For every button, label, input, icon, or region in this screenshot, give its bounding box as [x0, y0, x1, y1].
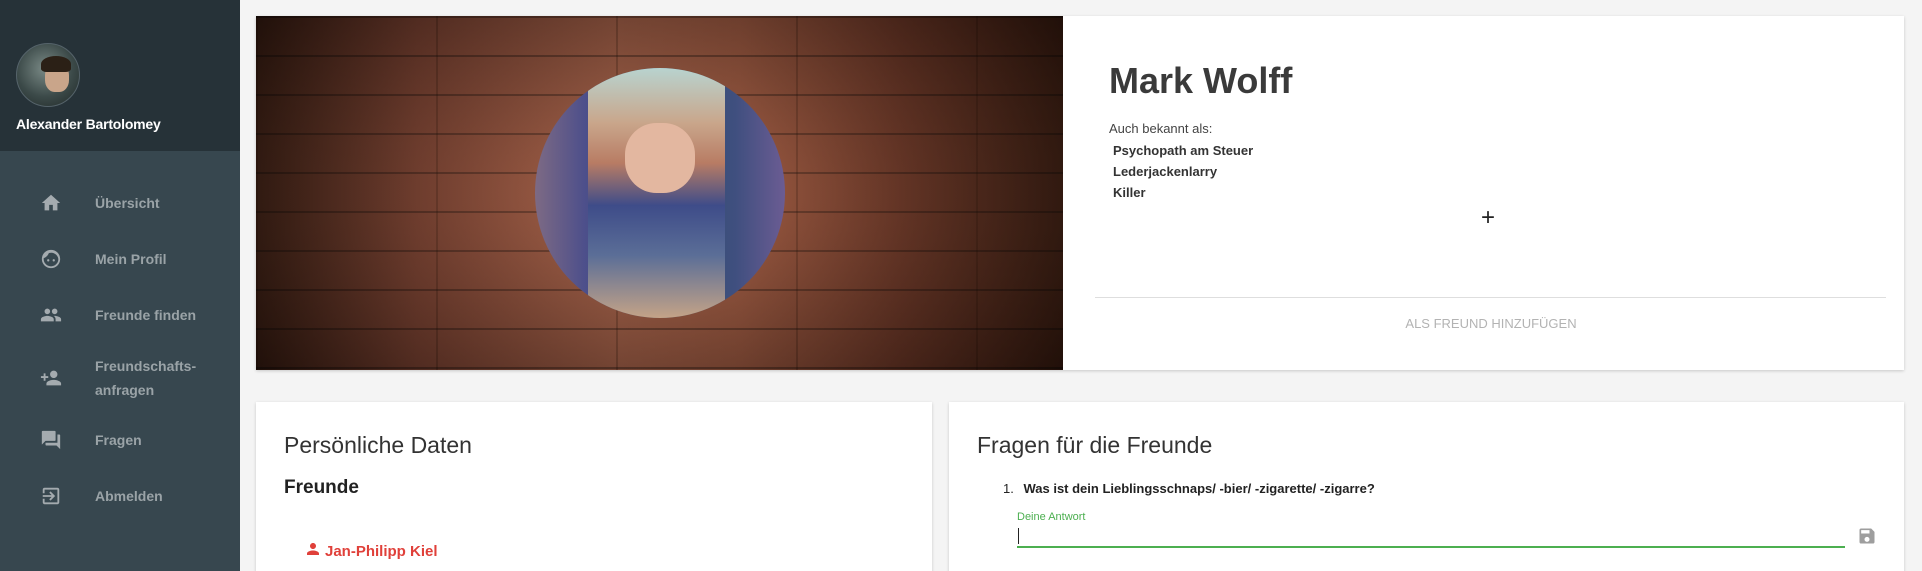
nav-item-label: Mein Profil: [95, 251, 167, 267]
alias-item: Lederjackenlarry: [1113, 164, 1218, 179]
nav-item-label: Fragen: [95, 432, 142, 448]
people-icon: [40, 304, 62, 326]
question-text: Was ist dein Lieblingsschnaps/ -bier/ -z…: [1023, 481, 1375, 496]
friends-heading: Freunde: [284, 477, 359, 498]
nav-item-overview[interactable]: Übersicht: [0, 175, 240, 231]
nav-item-questions[interactable]: Fragen: [0, 412, 240, 468]
aka-label: Auch bekannt als:: [1109, 121, 1213, 136]
exit-icon: [40, 485, 62, 507]
friend-name: Jan-Philipp Kiel: [325, 542, 438, 560]
divider: [1095, 297, 1886, 298]
person-add-icon: [40, 367, 62, 389]
friend-link[interactable]: Jan-Philipp Kiel: [304, 540, 438, 562]
nav-item-logout[interactable]: Abmelden: [0, 468, 240, 524]
profile-header-card: Mark Wolff Auch bekannt als: Psychopath …: [256, 16, 1904, 370]
question-number: 1.: [1003, 481, 1014, 496]
add-friend-button[interactable]: ALS FREUND HINZUFÜGEN: [1063, 316, 1919, 331]
save-icon: [1857, 528, 1877, 550]
sidebar: Alexander Bartolomey Übersicht Mein Prof…: [0, 0, 240, 571]
nav-item-label: Abmelden: [95, 488, 163, 504]
profile-photo-strip: [588, 68, 725, 318]
profile-info: Mark Wolff Auch bekannt als: Psychopath …: [1063, 16, 1904, 370]
forum-icon: [40, 429, 62, 451]
nav-item-my-profile[interactable]: Mein Profil: [0, 231, 240, 287]
text-caret: [1018, 528, 1019, 544]
answer-input[interactable]: [1017, 526, 1845, 548]
profile-name: Mark Wolff: [1109, 60, 1293, 101]
user-avatar[interactable]: [16, 43, 80, 107]
question-item: 1. Was ist dein Lieblingsschnaps/ -bier/…: [1003, 481, 1375, 496]
personal-data-card: Persönliche Daten Freunde Jan-Philipp Ki…: [256, 402, 932, 571]
user-name: Alexander Bartolomey: [16, 116, 161, 132]
person-icon: [304, 540, 325, 562]
nav-item-label: Freunde finden: [95, 307, 197, 323]
nav-item-find-friends[interactable]: Freunde finden: [0, 287, 240, 343]
answer-label: Deine Antwort: [1017, 511, 1086, 523]
home-icon: [40, 192, 62, 214]
add-alias-button[interactable]: +: [1476, 206, 1500, 230]
save-answer-button[interactable]: [1857, 526, 1877, 546]
profile-photo-detail: [625, 123, 695, 193]
face-icon: [40, 248, 62, 270]
profile-photo: [535, 68, 785, 318]
nav-item-friend-requests[interactable]: Freundschafts- anfragen: [0, 343, 240, 412]
sidebar-user-header: Alexander Bartolomey: [0, 0, 240, 151]
personal-data-title: Persönliche Daten: [284, 432, 472, 458]
nav-item-label: Freundschafts- anfragen: [95, 357, 197, 398]
alias-item: Killer: [1113, 185, 1146, 200]
questions-card: Fragen für die Freunde 1. Was ist dein L…: [949, 402, 1904, 571]
alias-list: Psychopath am Steuer Lederjackenlarry Ki…: [1113, 140, 1253, 203]
alias-item: Psychopath am Steuer: [1113, 143, 1254, 158]
questions-title: Fragen für die Freunde: [977, 432, 1213, 458]
sidebar-nav: Übersicht Mein Profil Freunde finden Fre…: [0, 151, 240, 524]
cover-image: [256, 16, 1063, 370]
nav-item-label: Übersicht: [95, 195, 160, 211]
